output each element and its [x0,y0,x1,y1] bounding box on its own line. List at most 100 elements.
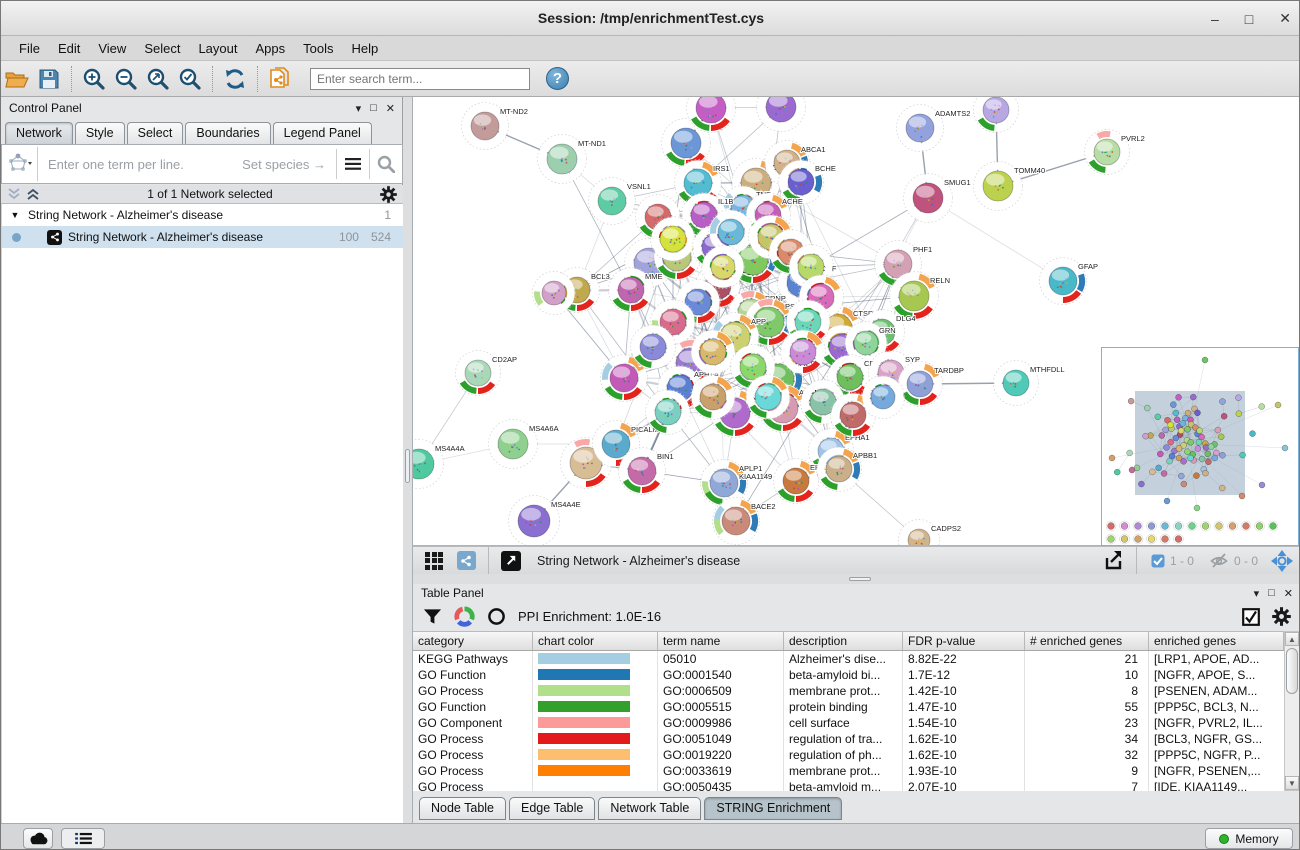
menu-select[interactable]: Select [136,38,188,59]
task-history-button[interactable] [61,828,105,849]
network-node-ADAMTS2[interactable]: ADAMTS2 [897,105,971,152]
tab-network[interactable]: Network [5,122,73,144]
scroll-down-button[interactable]: ▼ [1285,776,1299,790]
table-row[interactable]: GO ProcessGO:0019220regulation of ph...1… [413,747,1284,763]
network-collection-row[interactable]: ▼ String Network - Alzheimer's disease 1 [2,204,403,226]
string-search-button[interactable] [370,147,402,181]
table-vertical-scrollbar[interactable]: ▲ ▼ [1284,631,1300,791]
maximize-button[interactable]: □ [1245,11,1253,27]
gear-icon[interactable] [1272,607,1291,626]
detach-view-button[interactable] [496,546,526,576]
tab-node-table[interactable]: Node Table [419,797,506,820]
title-bar[interactable]: Session: /tmp/enrichmentTest.cys – □ ✕ [1,1,1300,36]
column-header---enriched-genes[interactable]: # enriched genes [1025,632,1149,650]
table-row[interactable]: GO ProcessGO:0033619membrane prot...1.93… [413,763,1284,779]
network-node-BIN1[interactable]: BIN1 [619,448,674,495]
menu-edit[interactable]: Edit [50,38,88,59]
string-view-button[interactable] [451,546,481,576]
network-node-MT-ND2[interactable]: MT-ND2 [462,103,528,150]
search-input[interactable] [310,68,530,90]
save-session-button[interactable] [34,64,64,94]
table-row[interactable]: GO FunctionGO:0005515protein binding1.47… [413,699,1284,715]
table-row[interactable]: GO ProcessGO:0050435beta-amyloid m...2.0… [413,779,1284,791]
expand-all-icon[interactable] [26,187,40,201]
network-node-PVRL2[interactable]: PVRL2 [1085,130,1145,175]
close-button[interactable]: ✕ [1279,10,1291,27]
zoom-out-button[interactable] [111,64,141,94]
string-logo-icon[interactable] [2,147,38,181]
network-node-MT-ND1[interactable]: MT-ND1 [538,135,606,184]
filter-icon[interactable] [423,608,442,626]
ring-icon[interactable] [487,607,506,626]
scroll-up-button[interactable]: ▲ [1285,632,1299,646]
panel-close-icon[interactable]: ✕ [386,102,395,115]
column-header-description[interactable]: description [784,632,903,650]
cloud-tasks-button[interactable] [23,828,53,849]
network-node[interactable] [646,390,691,435]
menu-file[interactable]: File [11,38,48,59]
string-options-button[interactable] [337,147,369,181]
network-node-MTHFDLL[interactable]: MTHFDLL [994,361,1065,406]
chart-color-donut-icon[interactable] [454,606,475,627]
menu-view[interactable]: View [90,38,134,59]
scrollbar-thumb[interactable] [1286,648,1298,694]
zoom-selected-button[interactable] [175,64,205,94]
table-row[interactable]: GO FunctionGO:0001540beta-amyloid bi...1… [413,667,1284,683]
network-node-APBB1[interactable]: APBB1 [817,447,878,492]
zoom-fit-button[interactable] [143,64,173,94]
eye-slash-icon[interactable] [1210,553,1229,568]
tab-boundaries[interactable]: Boundaries [185,122,270,144]
minimize-button[interactable]: – [1211,11,1219,27]
tree-expand-caret[interactable]: ▼ [2,210,28,220]
tab-string-enrichment[interactable]: STRING Enrichment [704,797,842,820]
panel-menu-icon[interactable]: ▾ [1254,587,1260,600]
splitter-grip[interactable] [405,449,410,483]
network-node-CADPS2[interactable]: CADPS2 [899,520,962,547]
column-header-FDR-p-value[interactable]: FDR p-value [903,632,1025,650]
navigator-button[interactable] [1267,546,1297,576]
help-button[interactable]: ? [546,67,569,90]
string-query-input[interactable]: Enter one term per line. [38,157,242,172]
network-node-TOMM40[interactable]: TOMM40 [974,162,1046,211]
network-node-GFAP[interactable]: GFAP [1040,258,1099,305]
panel-splitter-vertical[interactable] [403,97,413,823]
column-header-enriched-genes[interactable]: enriched genes [1149,632,1284,650]
zoom-in-button[interactable] [79,64,109,94]
gear-icon[interactable] [380,186,397,203]
splitter-grip[interactable] [849,577,871,581]
export-network-button[interactable] [1099,546,1129,576]
column-header-category[interactable]: category [413,632,533,650]
collapse-all-icon[interactable] [7,187,21,201]
column-header-term-name[interactable]: term name [658,632,784,650]
table-row[interactable]: GO ComponentGO:0009986cell surface1.54E-… [413,715,1284,731]
panel-splitter-horizontal[interactable] [413,574,1300,584]
table-row[interactable]: GO ProcessGO:0051049regulation of tra...… [413,731,1284,747]
network-node-MS4A4A[interactable]: MS4A4A [413,440,465,489]
select-all-checkbox-icon[interactable] [1242,608,1260,626]
menu-help[interactable]: Help [344,38,387,59]
menu-tools[interactable]: Tools [295,38,341,59]
panel-close-icon[interactable]: ✕ [1284,587,1293,600]
network-node-MS4A4E[interactable]: MS4A4E [509,496,581,547]
import-network-button[interactable] [265,64,295,94]
menu-apps[interactable]: Apps [248,38,294,59]
grid-view-button[interactable] [419,546,449,576]
network-node-CD2AP[interactable]: CD2AP [456,351,518,396]
network-node-BACE2[interactable]: BACE2 [713,498,776,545]
network-row[interactable]: String Network - Alzheimer's disease 100… [2,226,403,248]
memory-button[interactable]: Memory [1205,828,1293,849]
tab-style[interactable]: Style [75,122,125,144]
set-species-label[interactable]: Set species → [242,157,336,172]
table-row[interactable]: KEGG Pathways05010Alzheimer's dise...8.8… [413,651,1284,667]
open-session-button[interactable] [2,64,32,94]
selected-checkbox-icon[interactable] [1151,554,1165,568]
tab-legend-panel[interactable]: Legend Panel [273,122,372,144]
panel-float-icon[interactable]: □ [370,102,377,114]
network-node[interactable] [691,330,736,375]
column-header-chart-color[interactable]: chart color [533,632,658,650]
menu-layout[interactable]: Layout [190,38,245,59]
tab-edge-table[interactable]: Edge Table [509,797,595,820]
table-row[interactable]: GO ProcessGO:0006509membrane prot...1.42… [413,683,1284,699]
birds-eye-view[interactable] [1101,347,1299,546]
network-node[interactable] [974,97,1019,133]
